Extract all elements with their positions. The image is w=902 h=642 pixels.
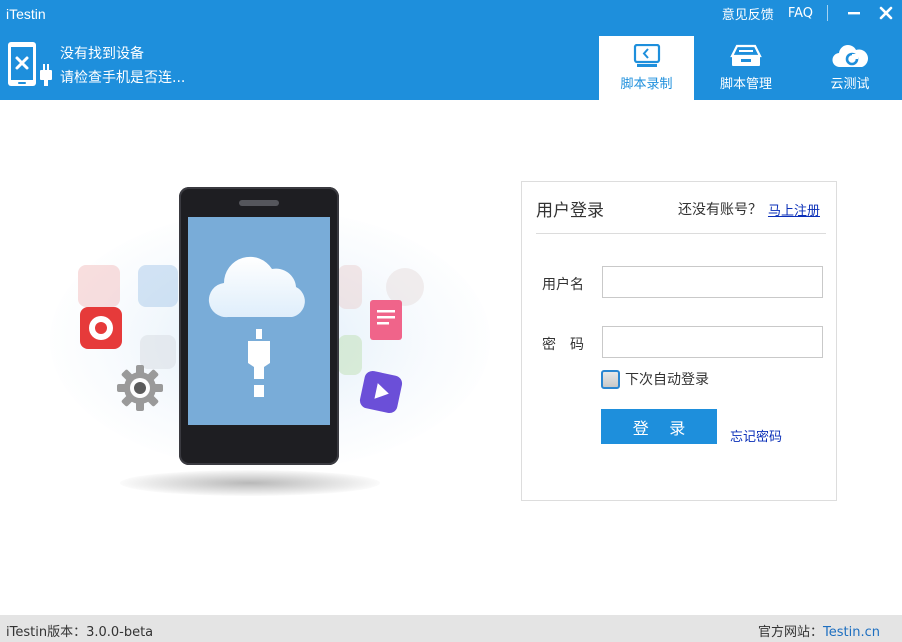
phone-speaker: [239, 200, 279, 206]
top-links: 意见反馈 FAQ: [722, 0, 902, 26]
login-button[interactable]: 登 录: [601, 409, 717, 444]
close-icon: [879, 6, 893, 20]
phone-shadow: [120, 470, 380, 496]
faded-app-icon: [338, 335, 362, 375]
record-app-icon: [80, 307, 122, 349]
title-bar: iTestin 意见反馈 FAQ 没有找到设备 请检查手机是否连... 脚本录制…: [0, 0, 902, 100]
close-button[interactable]: [870, 1, 902, 25]
phone-screen: [188, 217, 330, 425]
auto-login-label: 下次自动登录: [625, 372, 709, 388]
username-label: 用户名: [542, 277, 584, 293]
tab-cloud-test-label: 云测试: [830, 77, 870, 92]
gear-icon: [117, 365, 163, 411]
register-link[interactable]: 马上注册: [768, 200, 820, 219]
feedback-link[interactable]: 意见反馈: [722, 4, 774, 23]
auto-login-option[interactable]: 下次自动登录: [601, 369, 709, 389]
faded-app-icon: [78, 265, 120, 307]
official-site-label: 官方网站：: [758, 625, 824, 640]
phone-image: [179, 187, 339, 465]
official-site-link[interactable]: Testin.cn: [823, 625, 880, 640]
official-site: 官方网站：Testin.cn: [758, 621, 880, 640]
note-app-icon: [370, 300, 402, 340]
minimize-button[interactable]: [838, 1, 870, 25]
script-manage-icon: [730, 44, 762, 66]
tab-script-manage[interactable]: 脚本管理: [694, 36, 798, 100]
device-status: 没有找到设备 请检查手机是否连...: [60, 42, 185, 90]
no-account-text: 还没有账号？: [678, 202, 762, 218]
tab-script-record-label: 脚本录制: [620, 77, 673, 92]
status-bar: iTestin版本：3.0.0-beta 官方网站：Testin.cn: [0, 615, 902, 642]
login-panel: 用户登录 还没有账号？ 马上注册 用户名 密 码 下次自动登录 登 录 忘记密码: [521, 181, 837, 501]
login-title: 用户登录: [536, 201, 604, 221]
device-status-line1: 没有找到设备: [60, 46, 144, 62]
faded-app-icon: [138, 265, 178, 307]
tab-script-manage-label: 脚本管理: [719, 77, 772, 92]
top-divider: [827, 5, 828, 21]
tab-script-record[interactable]: 脚本录制: [599, 36, 694, 100]
device-disconnected-icon: [6, 40, 54, 88]
login-divider: [536, 233, 826, 234]
faq-link[interactable]: FAQ: [788, 6, 813, 21]
device-status-line2: 请检查手机是否连...: [60, 70, 186, 86]
connect-device-illustration: [20, 150, 500, 510]
username-input[interactable]: [602, 266, 823, 298]
video-app-icon: [358, 369, 404, 415]
forgot-password-link[interactable]: 忘记密码: [730, 426, 782, 445]
main-tabs: 脚本录制 脚本管理 云测试: [599, 36, 902, 100]
app-title: iTestin: [6, 6, 46, 22]
cloud-test-icon: [832, 45, 869, 68]
auto-login-checkbox[interactable]: [601, 369, 620, 389]
script-record-icon: [633, 44, 660, 67]
cloud-usb-icon: [208, 256, 305, 397]
tab-cloud-test[interactable]: 云测试: [798, 36, 902, 100]
version-text: iTestin版本：3.0.0-beta: [6, 625, 154, 640]
password-input[interactable]: [602, 326, 823, 358]
faded-app-icon: [338, 265, 362, 309]
minimize-icon: [848, 12, 860, 15]
password-label: 密 码: [542, 337, 584, 353]
